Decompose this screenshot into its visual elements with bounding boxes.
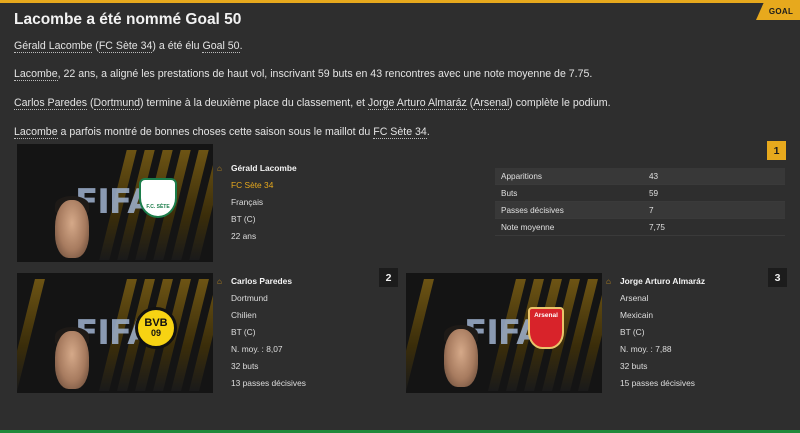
player-assists: 15 passes décisives: [620, 378, 695, 388]
stat-row: Buts 59: [495, 185, 785, 202]
paragraph-2: Lacombe, 22 ans, a aligné les prestation…: [14, 68, 593, 81]
club-badge-sete: F.C. SÈTE: [139, 178, 177, 218]
player-position: BT (C): [231, 327, 256, 337]
player-face-almaraz: [444, 329, 478, 387]
club-link-dortmund[interactable]: Dortmund: [93, 97, 141, 110]
player-age: 22 ans: [231, 231, 257, 241]
player-link-lacombe[interactable]: Gérald Lacombe: [14, 40, 93, 53]
paragraph-4: Lacombe a parfois montré de bonnes chose…: [14, 126, 430, 139]
player-club[interactable]: FC Sète 34: [231, 177, 297, 194]
second-place-info: ⌂ Carlos Paredes Dortmund Chilien BT (C) …: [217, 273, 306, 392]
club-link-arsenal[interactable]: Arsenal: [473, 97, 510, 110]
player-position: BT (C): [620, 327, 645, 337]
paragraph-1: Gérald Lacombe (FC Sète 34) a été élu Go…: [14, 40, 243, 53]
player-name[interactable]: ⌂ Gérald Lacombe: [217, 160, 297, 177]
club-badge-dortmund: BVB 09: [135, 307, 177, 349]
club-link-sete[interactable]: FC Sète 34: [373, 126, 427, 139]
rank-badge-3: 3: [768, 268, 787, 287]
player-link-almaraz[interactable]: Jorge Arturo Almaráz: [367, 97, 467, 110]
player-rating: N. moy. : 7,88: [620, 344, 672, 354]
pin-icon: ⌂: [217, 277, 222, 286]
player-link-lacombe[interactable]: Lacombe: [14, 126, 58, 139]
pin-icon: ⌂: [606, 277, 611, 286]
paragraph-3: Carlos Paredes (Dortmund) termine à la d…: [14, 97, 611, 110]
first-place-info: ⌂ Gérald Lacombe FC Sète 34 Français BT (…: [217, 160, 297, 245]
player-face-paredes: [55, 331, 89, 389]
player-name[interactable]: ⌂ Carlos Paredes: [217, 273, 306, 290]
second-place-image[interactable]: FIFA BVB 09: [17, 273, 213, 393]
player-face-lacombe: [55, 200, 89, 258]
first-place-image[interactable]: FIFA F.C. SÈTE: [17, 144, 213, 262]
third-place-image[interactable]: FIFA Arsenal: [406, 273, 602, 393]
player-assists: 13 passes décisives: [231, 378, 306, 388]
rank-badge-2: 2: [379, 268, 398, 287]
player-rating: N. moy. : 8,07: [231, 344, 283, 354]
player-position: BT (C): [231, 214, 256, 224]
player-nationality: Chilien: [231, 310, 257, 320]
stat-row: Passes décisives 7: [495, 202, 785, 219]
player-nationality: Mexicain: [620, 310, 654, 320]
club-link-sete[interactable]: FC Sète 34: [98, 40, 153, 53]
award-link-goal50[interactable]: Goal 50: [202, 40, 240, 53]
player-goals: 32 buts: [231, 361, 259, 371]
player-club[interactable]: Arsenal: [620, 290, 705, 307]
third-place-info: ⌂ Jorge Arturo Almaráz Arsenal Mexicain B…: [606, 273, 705, 392]
news-title: Lacombe a été nommé Goal 50: [14, 11, 242, 28]
player-link-paredes[interactable]: Carlos Paredes: [14, 97, 88, 110]
first-place-stats: Apparitions 43 Buts 59 Passes décisives 7 N…: [495, 168, 785, 236]
stat-row: Apparitions 43: [495, 168, 785, 185]
player-nationality: Français: [231, 197, 264, 207]
rank-badge-1: 1: [767, 141, 786, 160]
pin-icon: ⌂: [217, 164, 222, 173]
player-link-lacombe[interactable]: Lacombe: [14, 68, 58, 81]
player-name[interactable]: ⌂ Jorge Arturo Almaráz: [606, 273, 705, 290]
stat-row: Note moyenne 7,75: [495, 219, 785, 236]
player-club[interactable]: Dortmund: [231, 290, 306, 307]
player-goals: 32 buts: [620, 361, 648, 371]
club-badge-arsenal: Arsenal: [528, 307, 564, 349]
